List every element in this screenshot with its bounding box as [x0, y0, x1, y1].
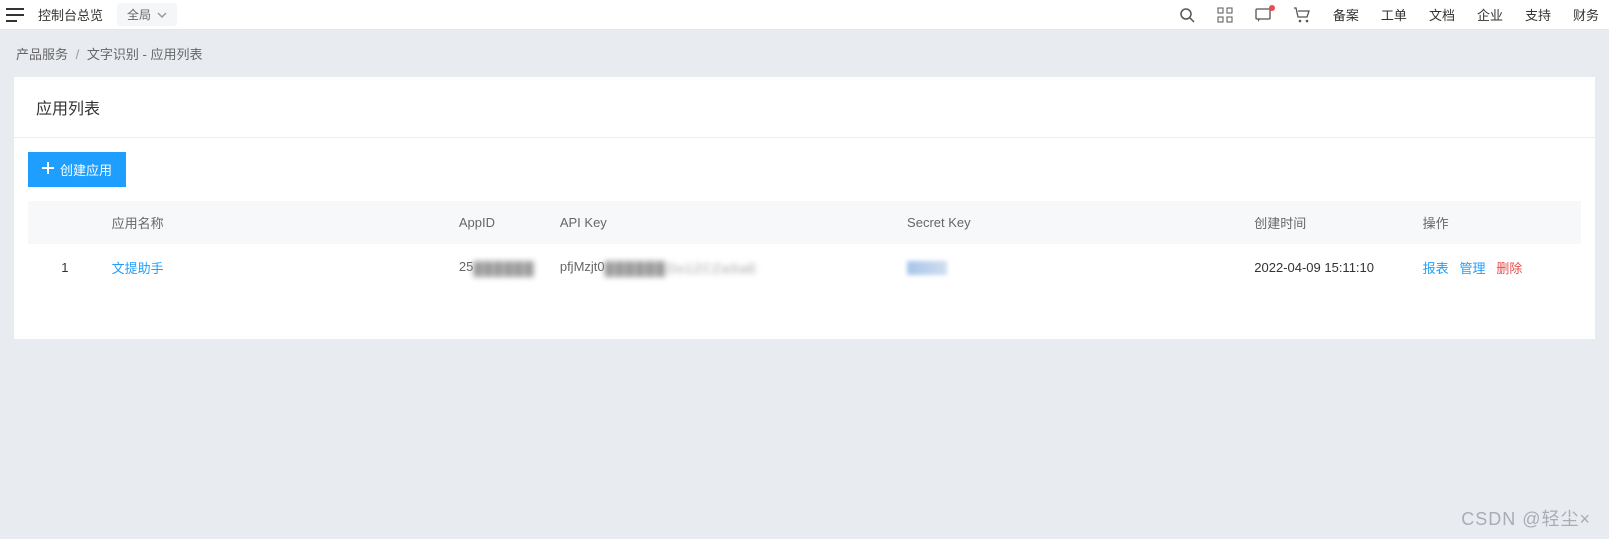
breadcrumb: 产品服务 / 文字识别 - 应用列表	[0, 30, 1609, 77]
top-bar-right: 备案 工单 文档 企业 支持 财务	[1179, 5, 1605, 24]
secret-value-blur	[907, 261, 947, 275]
th-secret: Secret Key	[897, 201, 1244, 244]
cell-name: 文提助手	[102, 244, 449, 291]
create-app-label: 创建应用	[60, 160, 112, 179]
notification-dot-icon	[1269, 5, 1275, 11]
csdn-watermark: CSDN @轻尘×	[1461, 505, 1591, 531]
region-select[interactable]: 全局	[117, 3, 177, 26]
cell-appid: 25██████	[449, 244, 550, 291]
cell-time: 2022-04-09 15:11:10	[1244, 244, 1412, 291]
appid-value: 25██████	[459, 259, 535, 275]
table-header-row: 应用名称 AppID API Key Secret Key 创建时间 操作	[28, 201, 1581, 244]
apikey-value: pfjMzjt0██████Oo1ZCZaSaE	[560, 259, 758, 275]
message-icon[interactable]	[1255, 7, 1271, 23]
action-delete-link[interactable]: 删除	[1496, 261, 1522, 276]
cell-actions: 报表 管理 删除	[1413, 244, 1581, 291]
breadcrumb-item-0[interactable]: 产品服务	[16, 47, 68, 62]
app-name-link[interactable]: 文提助手	[112, 261, 164, 276]
th-action: 操作	[1413, 201, 1581, 244]
cell-apikey: pfjMzjt0██████Oo1ZCZaSaE	[550, 244, 897, 291]
platform-logo-icon[interactable]	[6, 8, 24, 22]
app-table: 应用名称 AppID API Key Secret Key 创建时间 操作 1 …	[28, 201, 1581, 291]
console-title[interactable]: 控制台总览	[38, 5, 103, 24]
nav-enterprise[interactable]: 企业	[1477, 5, 1503, 24]
breadcrumb-item-1[interactable]: 文字识别 - 应用列表	[87, 47, 203, 62]
top-bar: 控制台总览 全局 备案 工单 文档 企业 支持 财务	[0, 0, 1609, 30]
th-name: 应用名称	[102, 201, 449, 244]
th-time: 创建时间	[1244, 201, 1412, 244]
action-report-link[interactable]: 报表	[1423, 261, 1449, 276]
cell-index: 1	[28, 244, 102, 291]
top-bar-left: 控制台总览 全局	[0, 3, 177, 26]
cell-secret	[897, 244, 1244, 291]
action-manage-link[interactable]: 管理	[1459, 261, 1485, 276]
breadcrumb-sep: /	[76, 47, 80, 62]
create-app-button[interactable]: 创建应用	[28, 152, 126, 187]
search-icon[interactable]	[1179, 7, 1195, 23]
th-index	[28, 201, 102, 244]
table-row: 1 文提助手 25██████ pfjMzjt0██████Oo1ZCZaSaE	[28, 244, 1581, 291]
chevron-down-icon	[157, 12, 167, 18]
nav-finance[interactable]: 财务	[1573, 5, 1599, 24]
cart-icon[interactable]	[1293, 7, 1311, 23]
nav-docs[interactable]: 文档	[1429, 5, 1455, 24]
th-appid: AppID	[449, 201, 550, 244]
nav-beian[interactable]: 备案	[1333, 5, 1359, 24]
nav-ticket[interactable]: 工单	[1381, 5, 1407, 24]
region-label: 全局	[127, 6, 151, 23]
plus-icon	[42, 162, 54, 177]
panel-body: 创建应用 应用名称 AppID API Key Secret Key 创建时间 …	[14, 138, 1595, 309]
app-list-panel: 应用列表 创建应用 应用名称 AppID API Key Secret Key …	[14, 77, 1595, 339]
th-apikey: API Key	[550, 201, 897, 244]
nav-support[interactable]: 支持	[1525, 5, 1551, 24]
page-title: 应用列表	[14, 77, 1595, 138]
apps-grid-icon[interactable]	[1217, 7, 1233, 23]
